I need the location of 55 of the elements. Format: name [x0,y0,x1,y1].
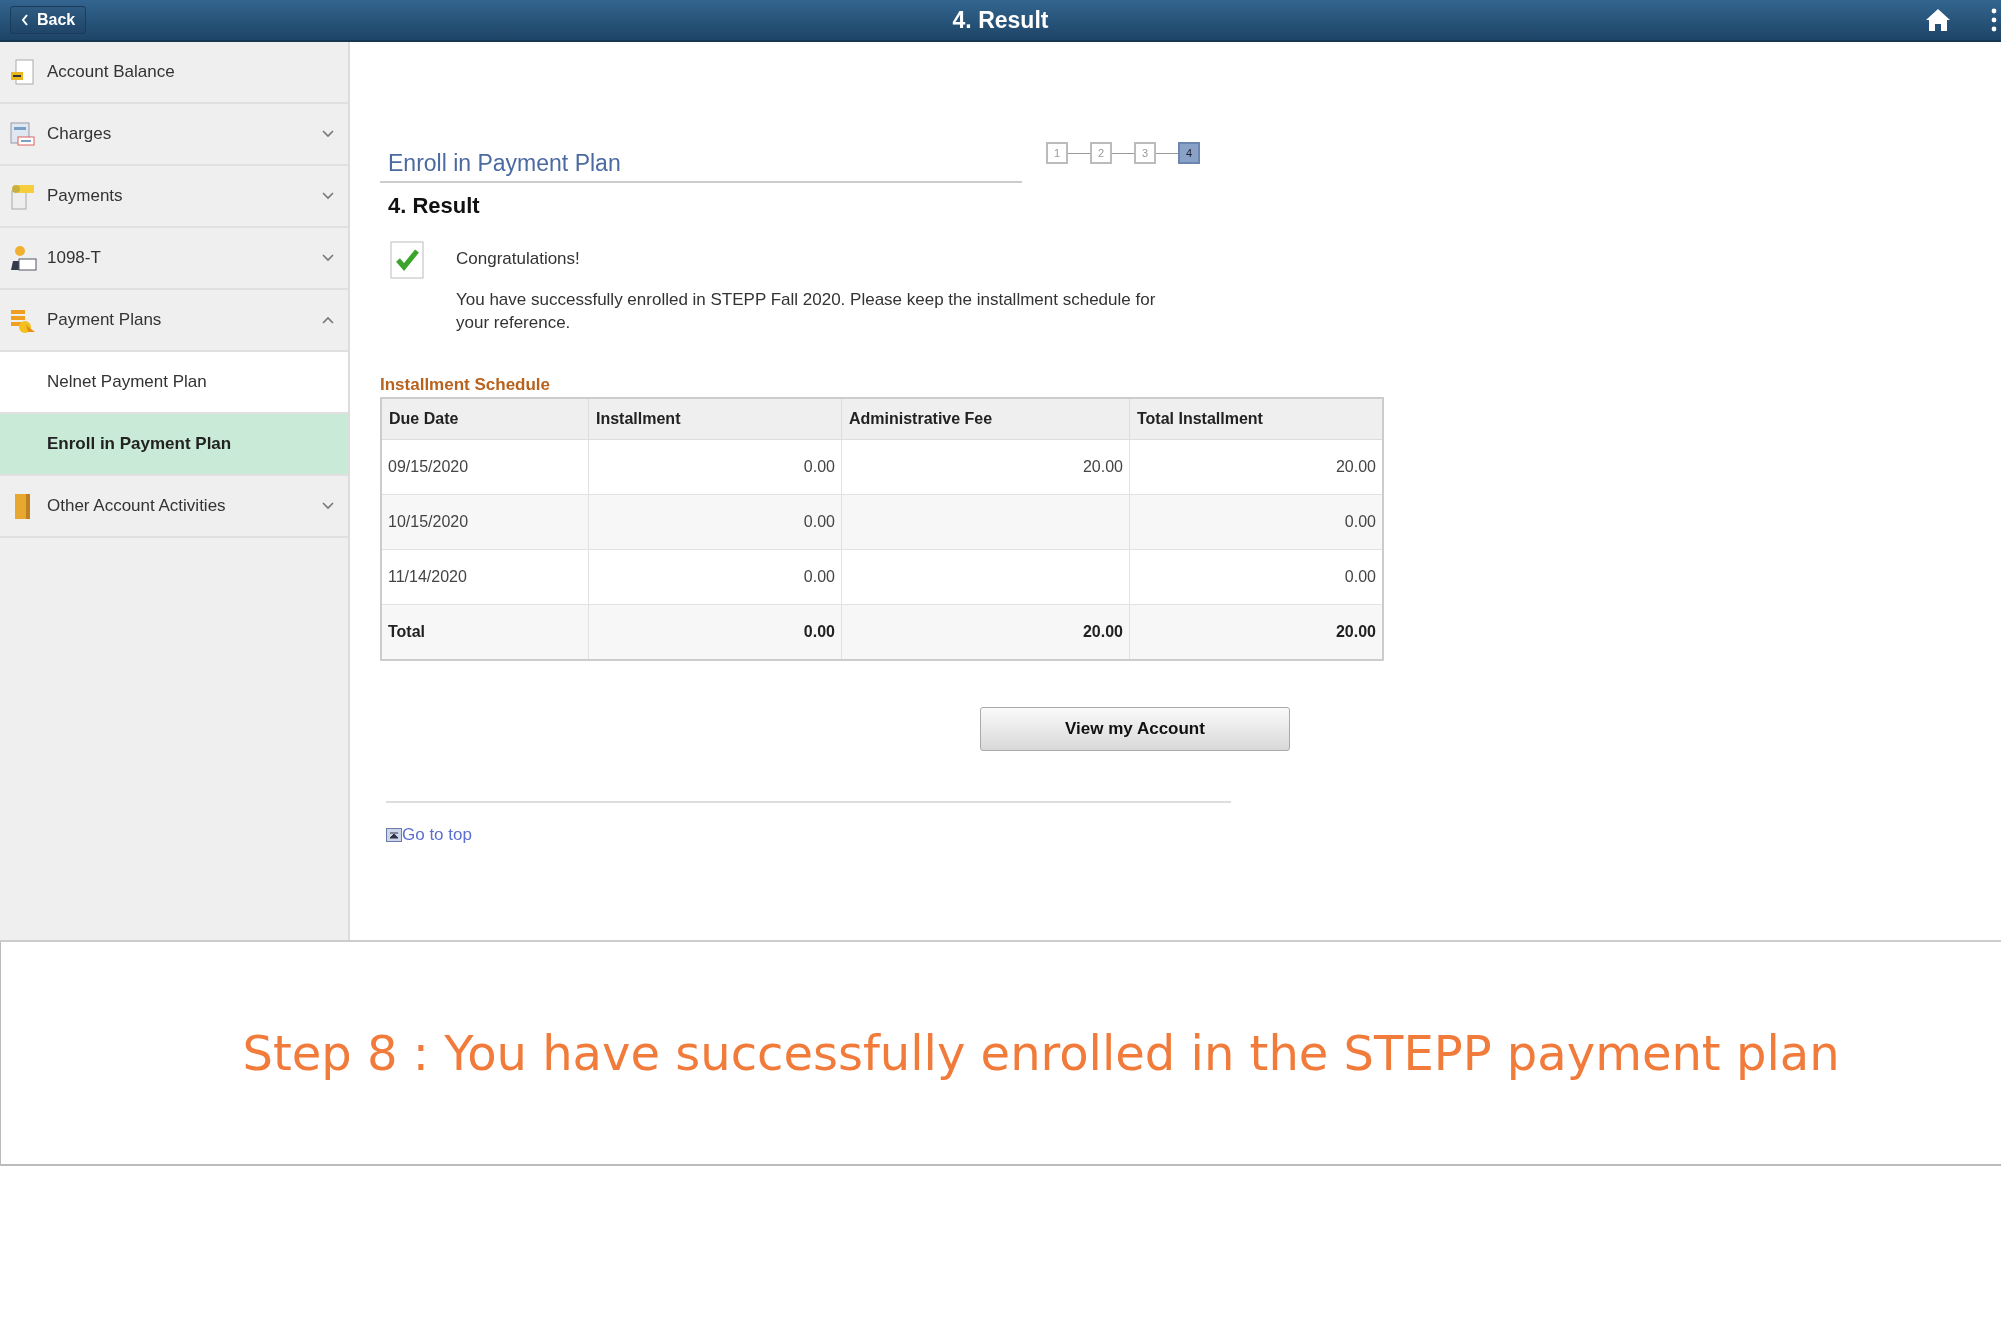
column-header: Total Installment [1129,397,1383,440]
view-account-button[interactable]: View my Account [980,706,1290,751]
sidebar-subitem[interactable]: Enroll in Payment Plan [0,414,348,476]
table-cell: 0.00 [1129,494,1383,550]
sidebar-label: 1098-T [47,248,101,268]
step-indicator: 1 [1046,142,1068,164]
sidebar-label: Account Balance [47,62,175,82]
total-cell: Total [381,604,589,660]
sidebar-label: Charges [47,124,112,144]
person-computer-icon [8,243,38,273]
caption-text: Step 8 : You have successfully enrolled in the STEPP payment plan [242,1025,1840,1081]
column-header: Administrative Fee [841,397,1130,440]
success-title: Congratulations! [456,249,581,269]
page-title: 4. Result [952,6,1049,34]
sidebar-subitem[interactable]: Nelnet Payment Plan [0,352,348,414]
sidebar-item[interactable]: Other Account Activities [0,476,348,538]
table-cell: 11/14/2020 [381,549,589,605]
back-button[interactable]: Back [10,6,87,34]
sidebar-label: Other Account Activities [47,496,226,516]
total-cell: 20.00 [1129,604,1383,660]
step-indicator: 4 [1178,142,1200,164]
sidebar-label: Payments [47,186,123,206]
table-cell: 20.00 [841,439,1130,495]
chevron-down-icon[interactable] [322,254,334,262]
chevron-up-icon[interactable] [322,316,334,324]
table-cell: 10/15/2020 [381,494,589,550]
total-cell: 0.00 [588,604,842,660]
step-heading: 4. Result [388,193,481,219]
home-icon[interactable] [1925,8,1951,32]
go-to-top-link[interactable]: Go to top [402,824,472,845]
table-caption: Installment Schedule [380,374,552,395]
column-header: Due Date [381,397,589,440]
checkmark-icon [390,241,424,279]
step-indicator: 3 [1134,142,1156,164]
sidebar-item[interactable]: Account Balance [0,42,348,104]
section-title: Enroll in Payment Plan [380,142,1022,183]
sidebar-item[interactable]: Payments [0,166,348,228]
total-cell: 20.00 [841,604,1130,660]
chevron-down-icon[interactable] [322,502,334,510]
step-indicator: 2 [1090,142,1112,164]
table-cell: 0.00 [588,439,842,495]
chevron-left-icon [21,14,29,26]
sidebar-label: Payment Plans [47,310,162,330]
arrow-up-icon [386,827,402,842]
sidebar-item[interactable]: Charges [0,104,348,166]
column-header: Installment [588,397,842,440]
chevron-down-icon[interactable] [322,192,334,200]
sidebar-item[interactable]: 1098-T [0,228,348,290]
more-icon[interactable] [1991,7,1997,33]
table-cell: 0.00 [588,549,842,605]
chart-icon [8,119,38,149]
chevron-down-icon[interactable] [322,130,334,138]
success-message: You have successfully enrolled in STEPP Fall 2020. Please keep the installment schedule for your reference. [456,289,1157,334]
table-cell: 0.00 [588,494,842,550]
table-cell: 09/15/2020 [381,439,589,495]
